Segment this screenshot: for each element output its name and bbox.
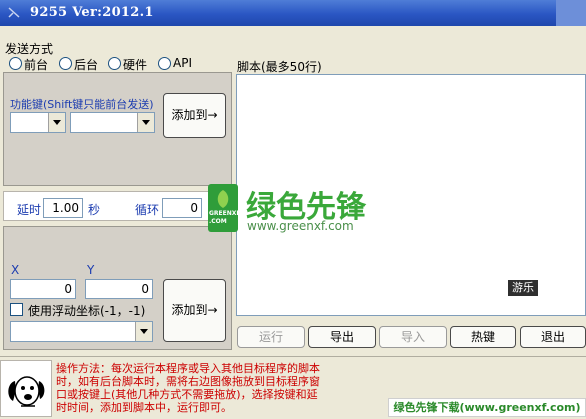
radio-hardware-label: 硬件 bbox=[123, 58, 148, 72]
loop-input[interactable]: 0 bbox=[162, 198, 202, 218]
drag-target-image[interactable] bbox=[0, 360, 52, 417]
radio-hardware[interactable] bbox=[108, 57, 121, 70]
add-coordinate-button[interactable]: 添加到→ bbox=[163, 279, 226, 342]
title-bar-button[interactable] bbox=[556, 0, 586, 26]
delay-label: 延时 bbox=[17, 203, 42, 217]
export-button[interactable]: 导出 bbox=[308, 326, 376, 348]
import-button[interactable]: 导入 bbox=[379, 326, 447, 348]
exit-button[interactable]: 退出 bbox=[520, 326, 586, 348]
function-key-select[interactable] bbox=[70, 112, 155, 133]
radio-foreground[interactable] bbox=[9, 57, 22, 70]
radio-background[interactable] bbox=[59, 57, 72, 70]
instructions-text: 操作方法：每次运行本程序或导入其他目标程序的脚本时，如有后台脚本时，需将右边图像… bbox=[56, 362, 320, 414]
greenxf-badge: GREENXF .COM bbox=[208, 184, 241, 232]
y-label: Y bbox=[87, 263, 95, 277]
footer-banner: 绿色先锋下载(www.greenxf.com) bbox=[388, 398, 586, 417]
app-icon bbox=[8, 7, 20, 18]
loop-label: 循环 bbox=[135, 203, 160, 217]
greenxf-badge-text: GREENXF .COM bbox=[209, 210, 241, 225]
chevron-down-icon[interactable] bbox=[137, 113, 154, 132]
watermark-url: www.greenxf.com bbox=[247, 219, 354, 233]
radio-api[interactable] bbox=[158, 57, 171, 70]
x-label: X bbox=[11, 263, 20, 277]
radio-foreground-label: 前台 bbox=[24, 58, 49, 72]
float-coordinates-checkbox[interactable] bbox=[10, 303, 23, 316]
hotkey-button[interactable]: 热键 bbox=[450, 326, 516, 348]
function-key-label: 功能键(Shift键只能前台发送) bbox=[10, 98, 154, 111]
modifier-key-select[interactable] bbox=[10, 112, 66, 133]
dog-icon bbox=[8, 376, 45, 407]
radio-background-label: 后台 bbox=[74, 58, 99, 72]
y-coordinate-input[interactable]: 0 bbox=[85, 279, 153, 299]
float-coordinates-label: 使用浮动坐标(-1，-1) bbox=[28, 304, 146, 318]
chevron-down-icon[interactable] bbox=[135, 322, 152, 341]
run-button[interactable]: 运行 bbox=[237, 326, 305, 348]
send-mode-label: 发送方式 bbox=[5, 42, 54, 56]
title-bar[interactable]: 9255 Ver:2012.1 bbox=[0, 0, 586, 26]
chevron-down-icon[interactable] bbox=[48, 113, 65, 132]
delay-input[interactable]: 1.00 bbox=[43, 198, 83, 218]
delay-unit: 秒 bbox=[88, 203, 101, 217]
window-title: 9255 Ver:2012.1 bbox=[30, 5, 154, 20]
tooltip: 游乐 bbox=[508, 280, 538, 296]
script-label: 脚本(最多50行) bbox=[237, 60, 322, 74]
window-select[interactable] bbox=[10, 321, 153, 342]
radio-api-label: API bbox=[173, 56, 192, 70]
add-key-button[interactable]: 添加到→ bbox=[163, 93, 226, 138]
x-coordinate-input[interactable]: 0 bbox=[10, 279, 76, 299]
